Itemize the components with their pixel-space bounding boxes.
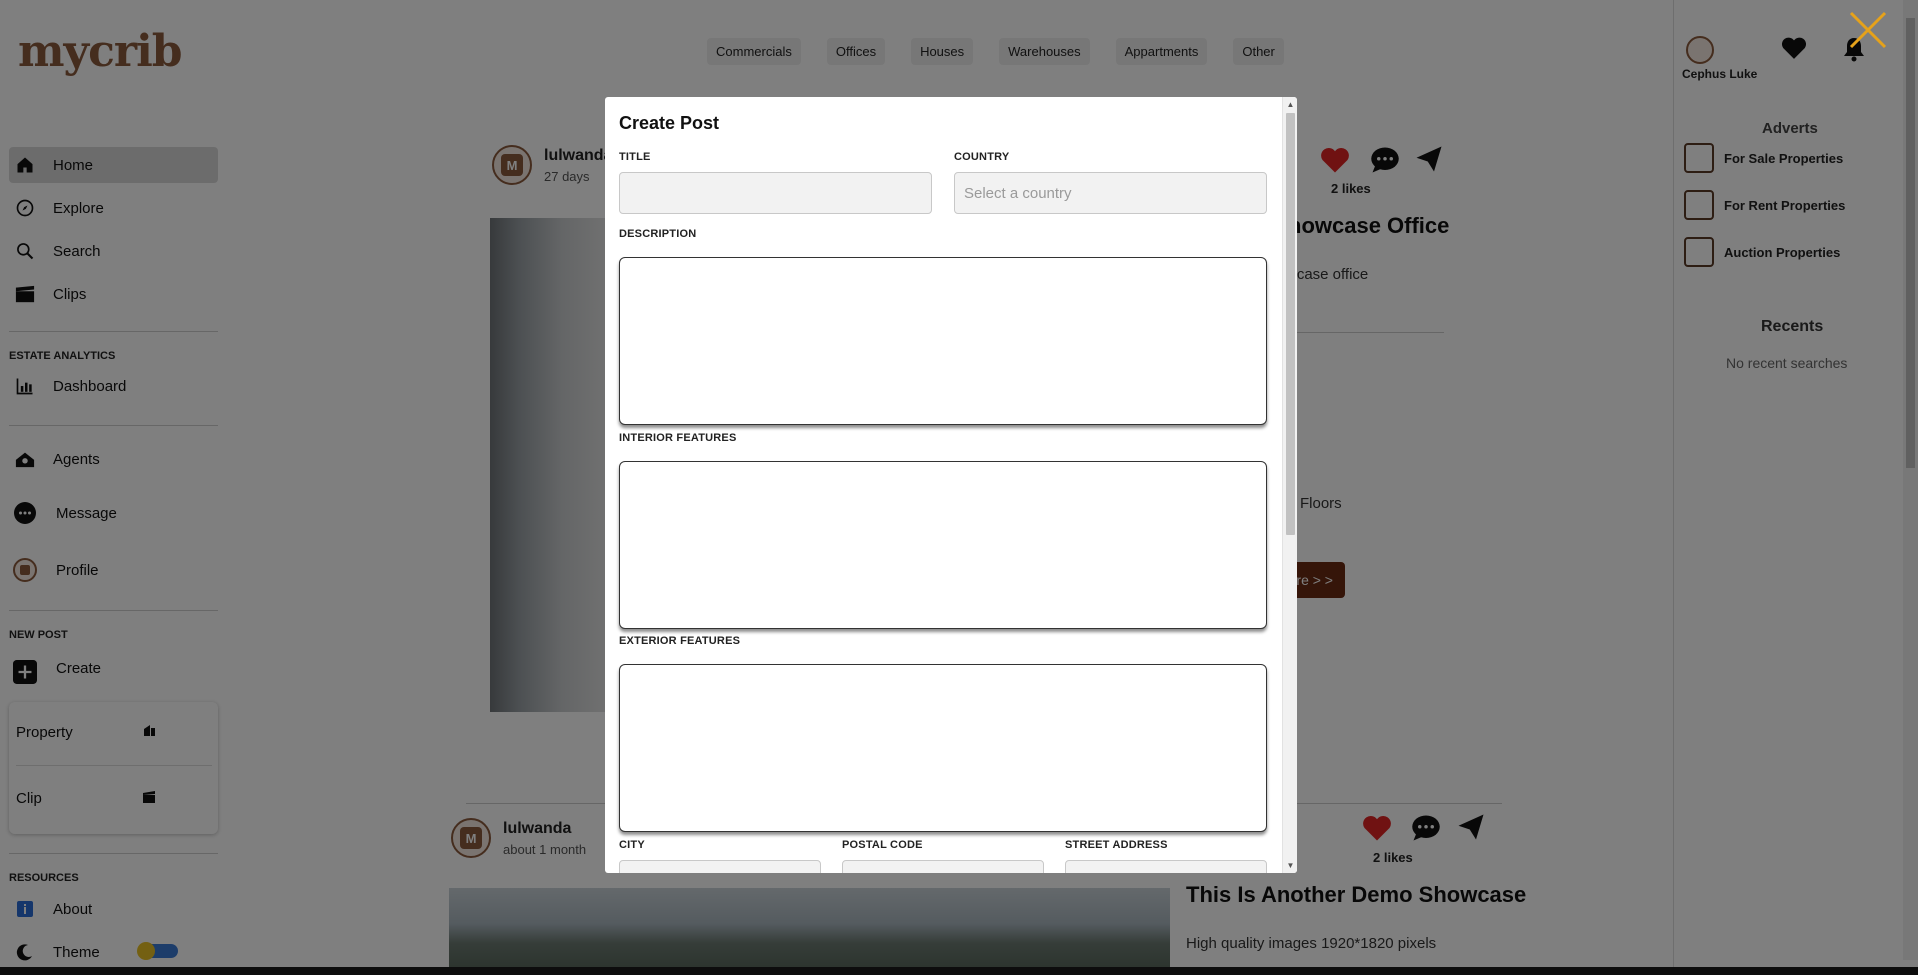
city-input[interactable] [619,860,821,873]
interior-features-textarea[interactable] [619,461,1267,629]
modal-scroll-thumb[interactable] [1286,113,1295,535]
description-label: DESCRIPTION [619,228,697,240]
city-label: CITY [619,839,645,851]
modal-scrollbar[interactable]: ▲ ▼ [1282,97,1297,873]
scroll-down-icon[interactable]: ▼ [1283,858,1297,873]
street-address-label: STREET ADDRESS [1065,839,1168,851]
postal-code-input[interactable] [842,860,1044,873]
modal-title: Create Post [619,113,720,133]
title-label: TITLE [619,151,651,163]
description-textarea[interactable] [619,257,1267,425]
postal-code-label: POSTAL CODE [842,839,923,851]
country-select[interactable] [954,172,1267,214]
exterior-features-label: EXTERIOR FEATURES [619,635,741,647]
close-icon[interactable] [1848,10,1888,50]
interior-features-label: INTERIOR FEATURES [619,432,737,444]
exterior-features-textarea[interactable] [619,664,1267,832]
country-label: COUNTRY [954,151,1010,163]
scroll-up-icon[interactable]: ▲ [1283,97,1297,112]
street-address-input[interactable] [1065,860,1267,873]
title-input[interactable] [619,172,932,214]
create-post-modal: Create Post TITLE COUNTRY DESCRIPTION IN… [605,97,1297,873]
